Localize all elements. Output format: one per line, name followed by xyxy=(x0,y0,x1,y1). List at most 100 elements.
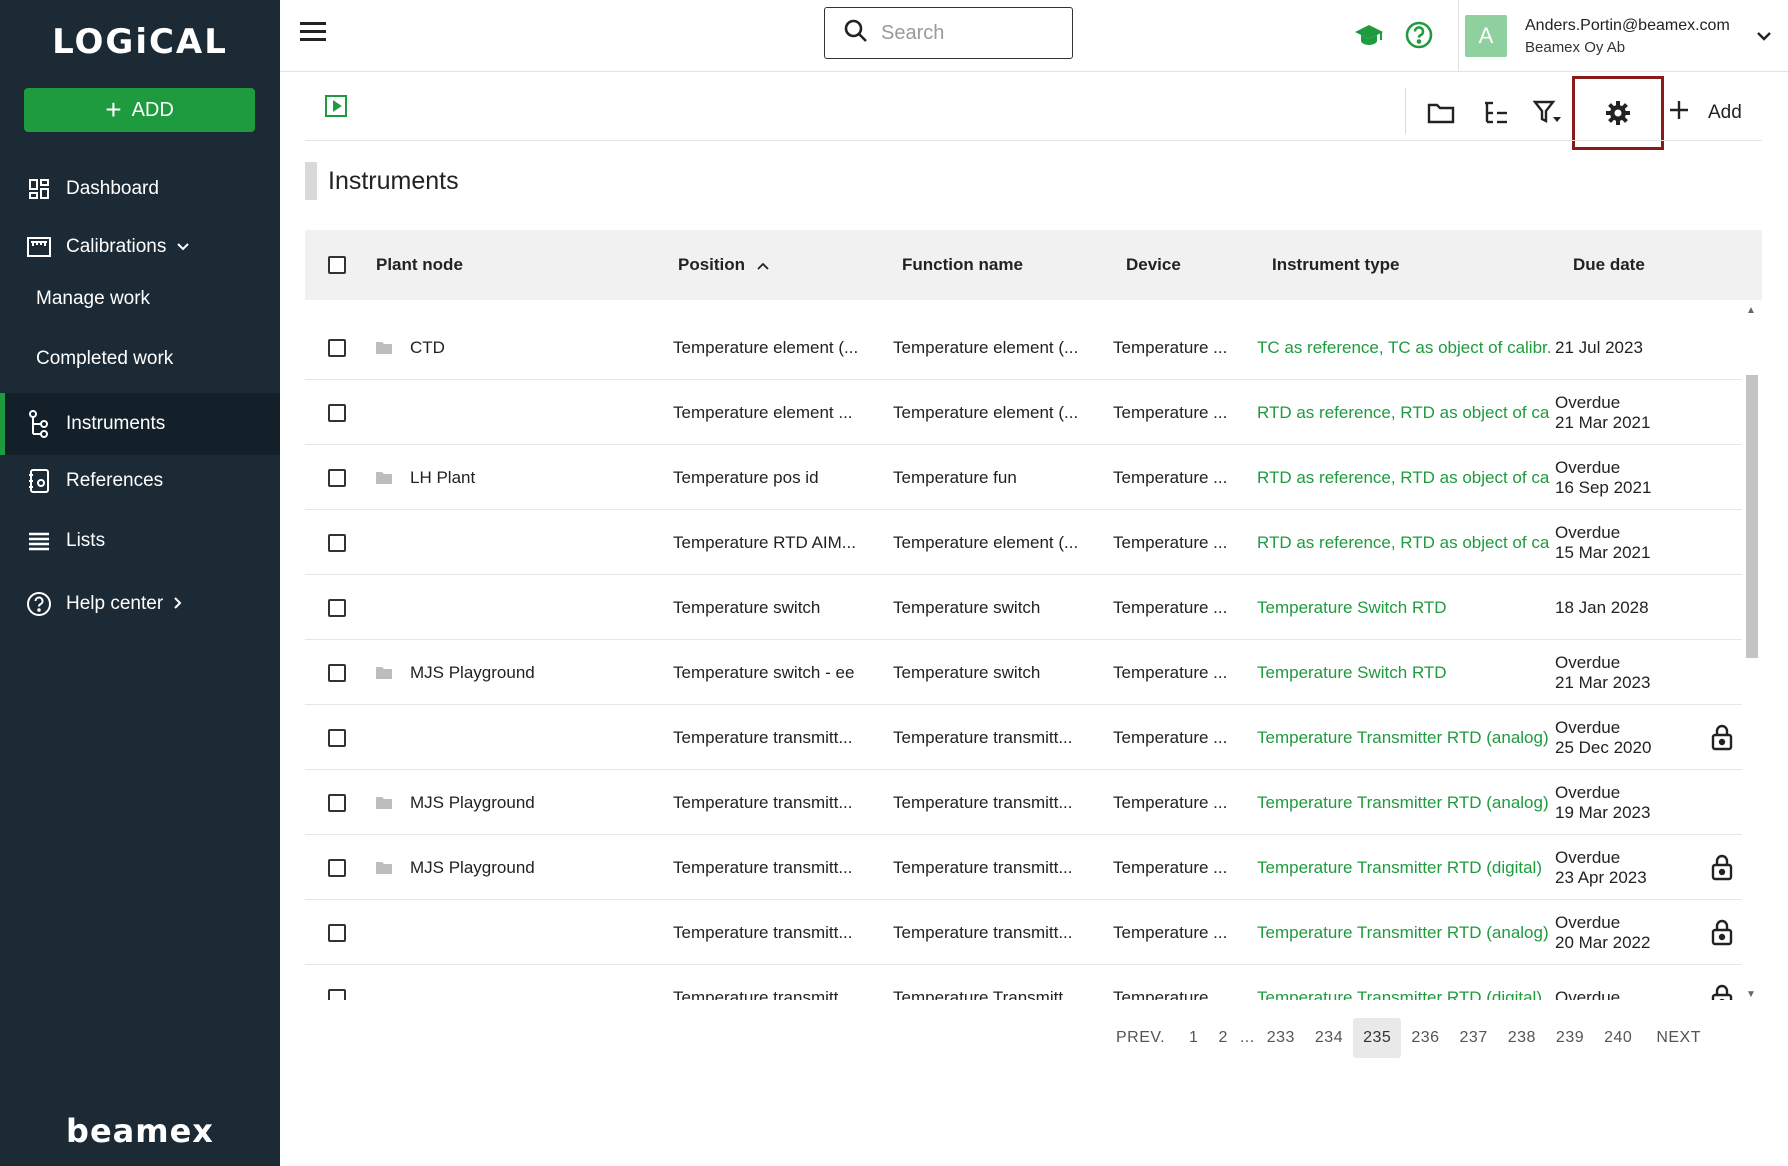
instrument-type-link[interactable]: Temperature Transmitter RTD (analog) xyxy=(1257,705,1551,770)
cell-function-name: Temperature Transmitt... xyxy=(893,987,1078,1001)
add-button[interactable]: + ADD xyxy=(24,88,255,132)
due-date: 21 Jul 2023 xyxy=(1555,337,1643,357)
table-row[interactable]: MJS Playground Temperature transmitt... Te… xyxy=(305,835,1742,900)
instrument-type-link[interactable]: RTD as reference, RTD as object of ca xyxy=(1257,380,1551,445)
column-header-function-name[interactable]: Function name xyxy=(902,230,1023,300)
sidebar-item-instruments[interactable]: Instruments xyxy=(0,393,280,455)
row-checkbox[interactable] xyxy=(328,315,346,380)
cell-device: Temperature ... xyxy=(1113,792,1228,812)
instrument-type-link[interactable]: RTD as reference, RTD as object of ca xyxy=(1257,445,1551,510)
table-row[interactable]: MJS Playground Temperature switch - ee Tem… xyxy=(305,640,1742,705)
scrollbar-thumb[interactable] xyxy=(1746,375,1758,658)
row-checkbox[interactable] xyxy=(328,445,346,510)
sidebar-item-calibrations[interactable]: Calibrations xyxy=(0,218,280,276)
table-row[interactable]: CTD Temperature element (... Temperature e… xyxy=(305,315,1742,380)
due-date: 19 Mar 2023 xyxy=(1555,802,1651,822)
column-header-device[interactable]: Device xyxy=(1126,230,1181,300)
user-organization: Beamex Oy Ab xyxy=(1525,38,1626,56)
pagination: PREV. 1 2... 233 234 235 236 237 238 239 240 NEXT xyxy=(1106,1018,1711,1058)
due-status: Overdue xyxy=(1555,522,1621,542)
table-row[interactable]: Temperature switch Temperature switch Temp… xyxy=(305,575,1742,640)
page-number-button[interactable]: 237 xyxy=(1450,1018,1498,1058)
cell-function-name: Temperature element (... xyxy=(893,337,1079,357)
row-checkbox[interactable] xyxy=(328,705,346,770)
page-number-button[interactable]: 238 xyxy=(1498,1018,1546,1058)
cell-due-date: Overdue 16 Sep 2021 xyxy=(1555,445,1695,510)
instrument-type-link[interactable]: Temperature Transmitter RTD (digital) xyxy=(1257,835,1551,900)
page-number-button[interactable]: 239 xyxy=(1546,1018,1594,1058)
row-checkbox[interactable] xyxy=(328,965,346,1000)
filter-icon[interactable] xyxy=(1533,98,1563,128)
sidebar-item-manage-work[interactable]: Manage work xyxy=(0,270,280,328)
column-header-instrument-type[interactable]: Instrument type xyxy=(1272,230,1400,300)
folder-icon[interactable] xyxy=(1426,98,1456,128)
add-instrument-button[interactable]: Add xyxy=(1668,98,1742,128)
page-number-button[interactable]: 234 xyxy=(1305,1018,1353,1058)
hamburger-menu-icon[interactable] xyxy=(300,22,326,44)
scroll-down-arrow-icon[interactable]: ▼ xyxy=(1746,989,1756,1000)
table-scrollbar[interactable]: ▲ ▼ xyxy=(1742,305,1762,1000)
instrument-type-link[interactable]: TC as reference, TC as object of calibr. xyxy=(1257,315,1551,380)
table-row[interactable]: LH Plant Temperature pos id Temperature fu… xyxy=(305,445,1742,510)
cell-plant-node xyxy=(376,705,666,770)
page-number-button[interactable]: 235 xyxy=(1353,1018,1402,1058)
table-row[interactable]: Temperature element ... Temperature eleme… xyxy=(305,380,1742,445)
row-checkbox[interactable] xyxy=(328,640,346,705)
row-checkbox[interactable] xyxy=(328,770,346,835)
prev-page-button[interactable]: PREV. xyxy=(1106,1018,1175,1058)
page-title: Instruments xyxy=(328,167,459,195)
column-header-due-date[interactable]: Due date xyxy=(1573,230,1645,300)
instrument-type-link[interactable]: Temperature Switch RTD xyxy=(1257,575,1551,640)
instrument-type-link[interactable]: Temperature Transmitter RTD (analog) xyxy=(1257,770,1551,835)
instrument-type-link[interactable]: RTD as reference, RTD as object of ca xyxy=(1257,510,1551,575)
instrument-type-link[interactable]: Temperature Transmitter RTD (analog) xyxy=(1257,900,1551,965)
table-row[interactable]: MJS Playground Temperature transmitt... Te… xyxy=(305,770,1742,835)
sidebar-item-references[interactable]: References xyxy=(0,452,280,510)
sidebar-item-help-center[interactable]: Help center xyxy=(0,575,280,633)
scroll-up-arrow-icon[interactable]: ▲ xyxy=(1746,305,1756,316)
play-panel-icon[interactable] xyxy=(324,94,348,118)
next-page-button[interactable]: NEXT xyxy=(1646,1018,1711,1058)
help-circle-icon[interactable] xyxy=(1404,20,1434,50)
cell-device: Temperature ... xyxy=(1113,922,1228,942)
search-input[interactable] xyxy=(881,21,1061,45)
column-header-plant-node[interactable]: Plant node xyxy=(376,230,463,300)
table-row[interactable]: Temperature transmitt... Temperature tran… xyxy=(305,705,1742,770)
page-number-button[interactable]: 233 xyxy=(1257,1018,1305,1058)
user-menu[interactable]: A Anders.Portin@beamex.com Beamex Oy Ab xyxy=(1458,0,1788,72)
sidebar-item-dashboard[interactable]: Dashboard xyxy=(0,160,280,218)
search-box[interactable] xyxy=(824,7,1073,59)
due-status: Overdue xyxy=(1555,987,1621,1001)
sidebar-item-lists[interactable]: Lists xyxy=(0,512,280,570)
table-row[interactable]: Temperature transmitt... Temperature Tran… xyxy=(305,965,1742,1000)
row-checkbox[interactable] xyxy=(328,835,346,900)
plus-icon xyxy=(1668,99,1690,127)
sidebar-item-completed-work[interactable]: Completed work xyxy=(0,330,280,388)
instrument-type-link[interactable]: Temperature Transmitter RTD (digital) xyxy=(1257,965,1551,1001)
due-status: Overdue xyxy=(1555,717,1621,737)
title-accent-bar xyxy=(305,162,317,200)
gear-icon[interactable] xyxy=(1603,98,1633,128)
avatar: A xyxy=(1465,15,1507,57)
lock-icon xyxy=(1710,983,1734,1000)
cell-plant-node: LH Plant xyxy=(376,445,666,510)
column-header-position[interactable]: Position xyxy=(678,230,769,300)
table-row[interactable]: Temperature RTD AIM... Temperature elemen… xyxy=(305,510,1742,575)
graduation-cap-icon[interactable] xyxy=(1354,20,1384,50)
tree-view-icon[interactable] xyxy=(1480,98,1510,128)
instrument-type-link[interactable]: Temperature Switch RTD xyxy=(1257,640,1551,705)
beamex-logo: beamex xyxy=(66,1112,214,1150)
row-checkbox[interactable] xyxy=(328,510,346,575)
user-email: Anders.Portin@beamex.com xyxy=(1525,16,1730,34)
row-checkbox[interactable] xyxy=(328,900,346,965)
row-checkbox[interactable] xyxy=(328,575,346,640)
select-all-checkbox[interactable] xyxy=(328,230,346,300)
page-number-button[interactable]: 236 xyxy=(1401,1018,1449,1058)
sidebar-item-label: Manage work xyxy=(36,288,151,309)
page-number-button[interactable]: 1 xyxy=(1179,1018,1208,1058)
page-number-button[interactable]: 2 xyxy=(1208,1018,1237,1058)
row-checkbox[interactable] xyxy=(328,380,346,445)
table-row[interactable]: Temperature transmitt... Temperature tran… xyxy=(305,900,1742,965)
cell-function-name: Temperature transmitt... xyxy=(893,792,1073,812)
page-number-button[interactable]: 240 xyxy=(1594,1018,1642,1058)
